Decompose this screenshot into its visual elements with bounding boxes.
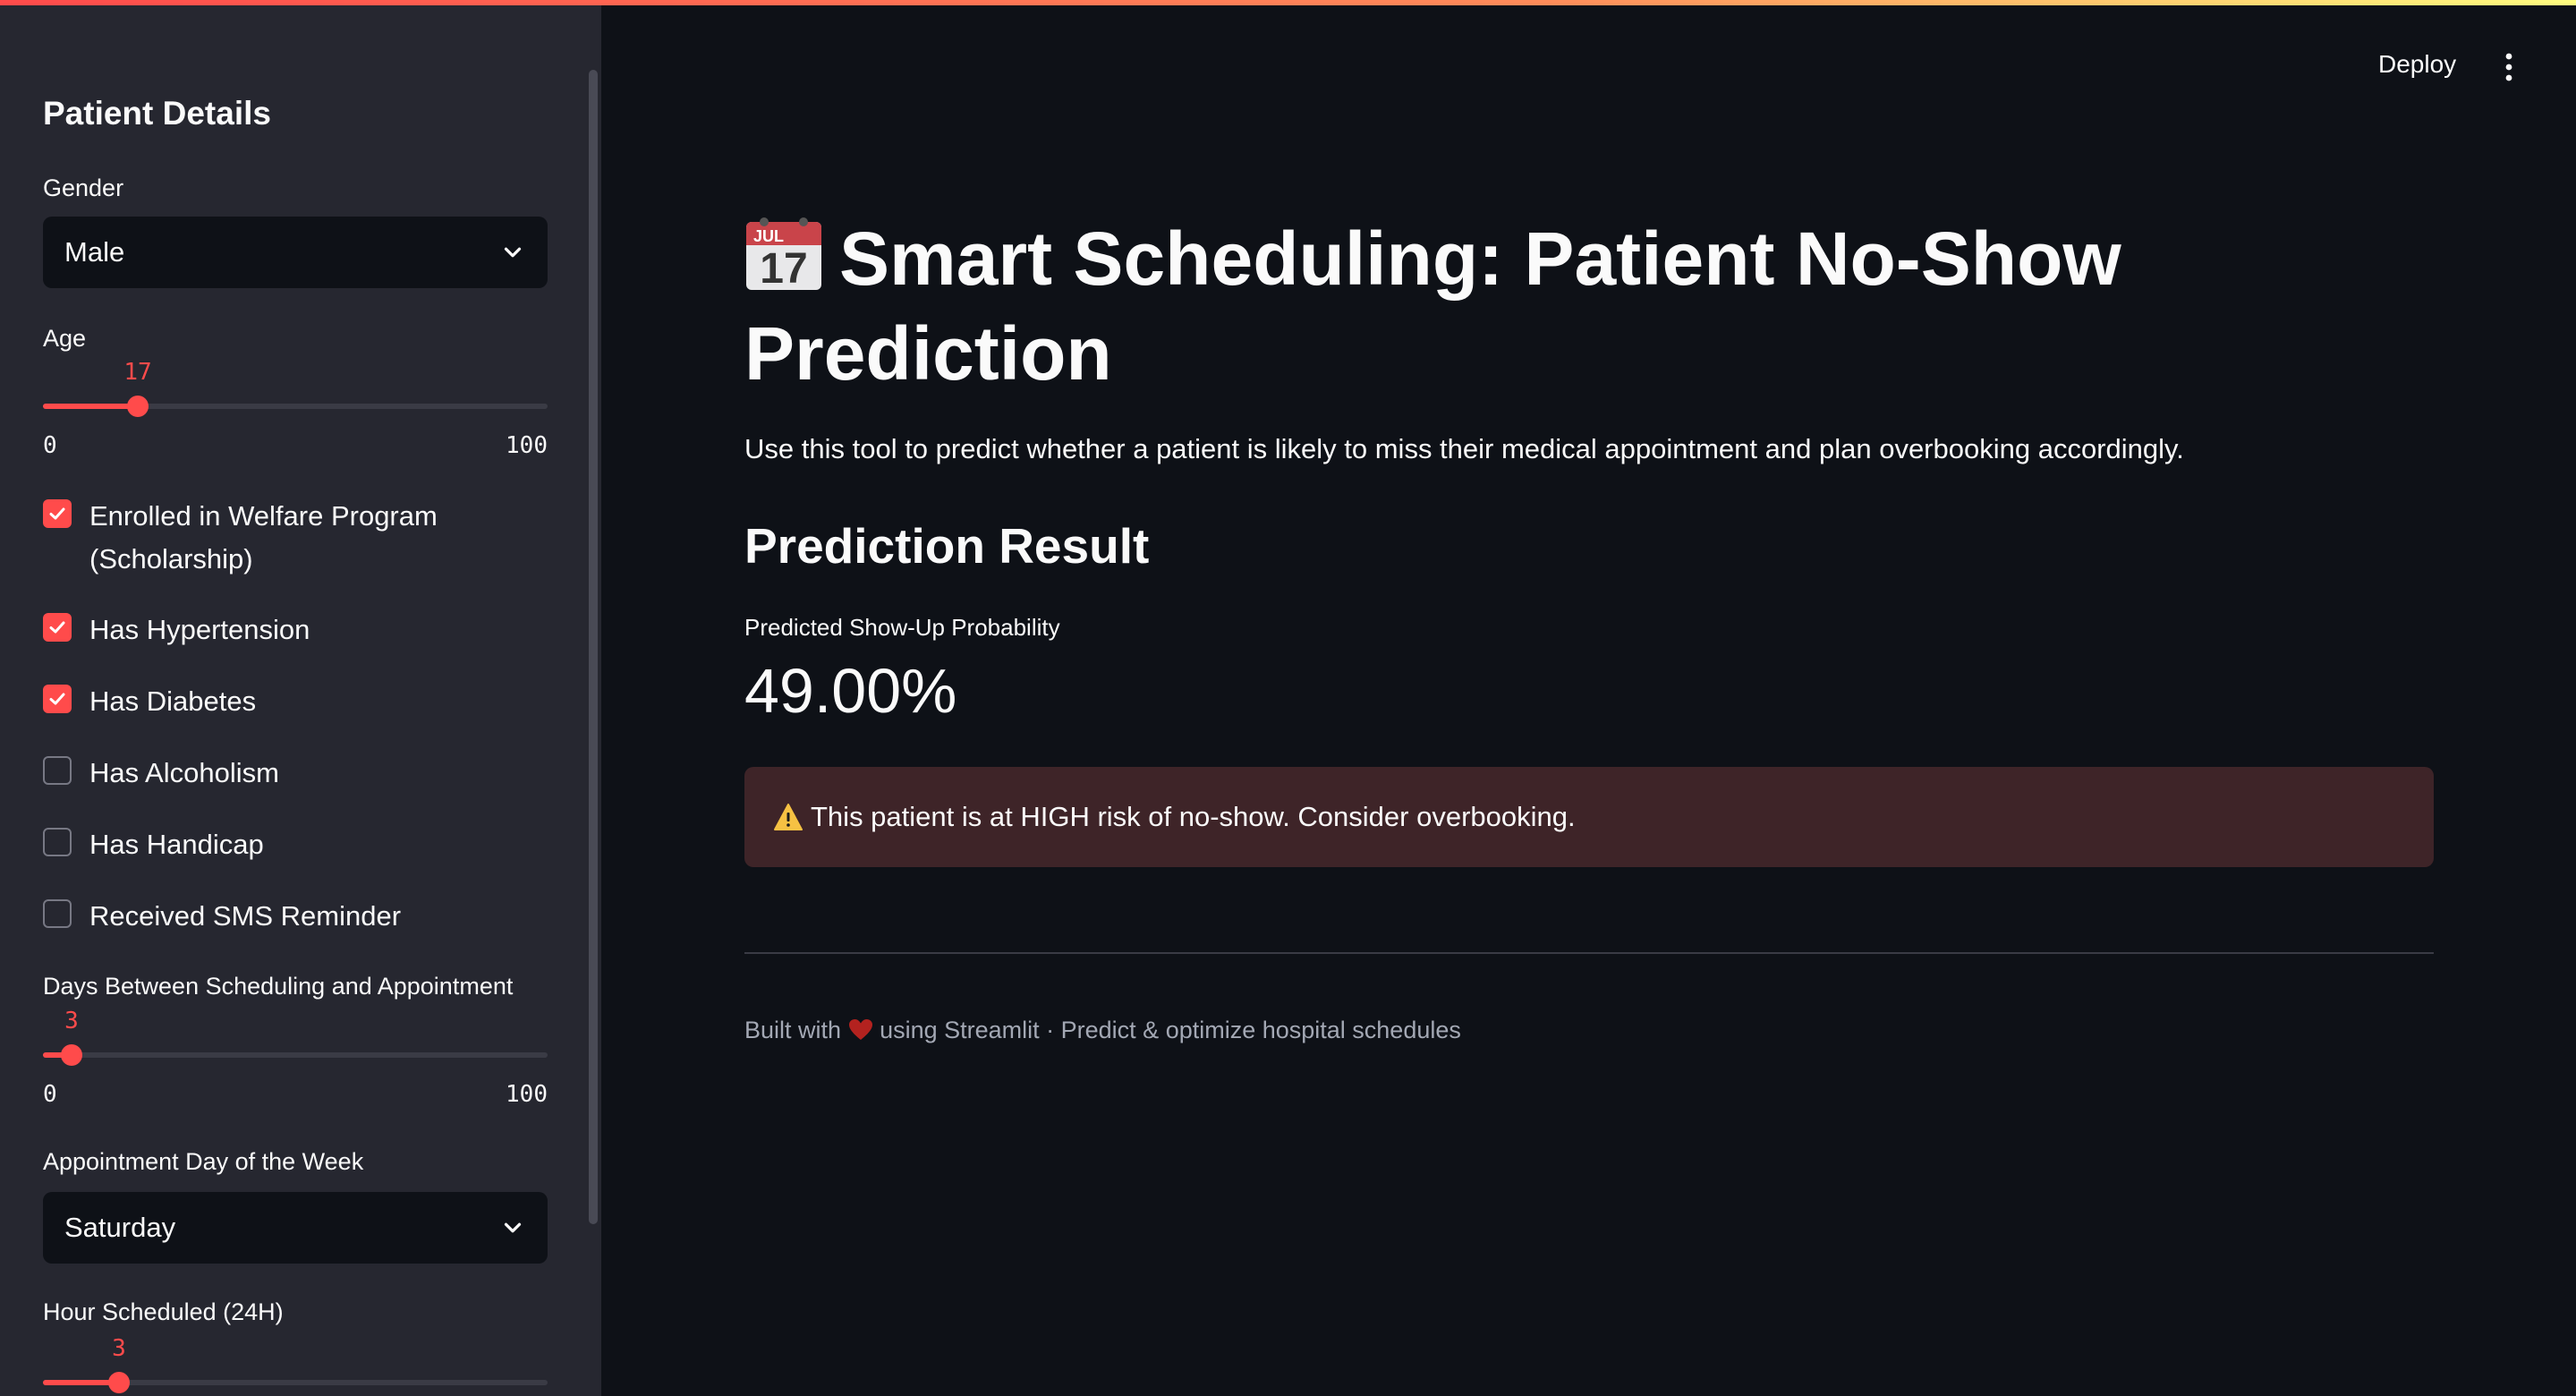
slider-thumb[interactable]: [108, 1372, 130, 1393]
sidebar-scrollbar[interactable]: [589, 70, 598, 1224]
page-title: JUL 17 Smart Scheduling: Patient No-Show…: [744, 211, 2176, 401]
metric-label: Predicted Show-Up Probability: [744, 614, 1060, 641]
checkbox-diabetes[interactable]: Has Diabetes: [43, 680, 548, 723]
page-title-line1: Smart Scheduling: Patient No-Show: [839, 217, 2121, 301]
warning-alert: This patient is at HIGH risk of no-show.…: [744, 767, 2434, 867]
checkmark-icon: [49, 693, 65, 705]
gender-label: Gender: [43, 174, 124, 201]
checkbox-label: Has Alcoholism: [89, 757, 279, 788]
deploy-button[interactable]: Deploy: [2378, 50, 2456, 79]
warning-alert-text: This patient is at HIGH risk of no-show.…: [811, 801, 1576, 832]
vertical-ellipsis-icon[interactable]: [2496, 52, 2521, 82]
chevron-down-icon: [504, 1222, 522, 1233]
checkbox-box[interactable]: [43, 613, 72, 642]
checkmark-icon: [49, 507, 65, 520]
checkbox-hypertension[interactable]: Has Hypertension: [43, 609, 548, 651]
metric-value: 49.00%: [744, 656, 957, 726]
age-slider-value: 17: [123, 359, 152, 386]
checkmark-icon: [49, 621, 65, 634]
warning-icon: [774, 804, 803, 830]
days-between-slider-value: 3: [64, 1008, 79, 1034]
checkbox-label: Has Diabetes: [89, 685, 257, 717]
gender-select[interactable]: Male: [43, 217, 548, 288]
slider-thumb[interactable]: [127, 396, 149, 417]
chevron-down-icon: [504, 247, 522, 258]
checkbox-label: Received SMS Reminder: [89, 900, 402, 932]
slider-thumb[interactable]: [61, 1044, 82, 1066]
slider-fill: [43, 404, 138, 409]
weekday-label: Appointment Day of the Week: [43, 1148, 364, 1175]
checkbox-box[interactable]: [43, 756, 72, 785]
age-slider[interactable]: 17: [43, 346, 548, 427]
top-decoration-bar: [0, 0, 2576, 5]
calendar-icon: JUL 17: [746, 217, 821, 292]
gender-select-value: Male: [64, 236, 125, 268]
divider: [744, 952, 2434, 954]
checkbox-box[interactable]: [43, 899, 72, 928]
checkbox-box[interactable]: [43, 685, 72, 713]
days-between-slider[interactable]: 3: [43, 995, 548, 1076]
checkbox-label: Enrolled in Welfare Program (Scholarship): [89, 500, 438, 575]
checkbox-sms-reminder[interactable]: Received SMS Reminder: [43, 895, 548, 938]
checkbox-label: Has Handicap: [89, 829, 264, 860]
svg-text:17: 17: [760, 245, 807, 292]
age-min-label: 0: [43, 432, 57, 459]
weekday-select[interactable]: Saturday: [43, 1192, 548, 1264]
page-title-line2: Prediction: [744, 311, 1112, 396]
svg-text:JUL: JUL: [753, 227, 784, 245]
days-between-min-label: 0: [43, 1081, 57, 1108]
checkbox-label: Has Hypertension: [89, 614, 310, 645]
checkbox-box[interactable]: [43, 499, 72, 528]
main-area: Deploy JUL 17 Smart Scheduling: Patient …: [601, 0, 2576, 1396]
page-description: Use this tool to predict whether a patie…: [744, 433, 2184, 464]
result-heading: Prediction Result: [744, 518, 1150, 574]
hour-slider-value: 3: [112, 1335, 126, 1362]
days-between-max-label: 100: [506, 1081, 548, 1108]
checkbox-alcoholism[interactable]: Has Alcoholism: [43, 752, 548, 795]
sidebar-heading: Patient Details: [43, 95, 271, 132]
checkbox-handicap[interactable]: Has Handicap: [43, 823, 548, 866]
app-root: Patient Details Gender Male Age 17 0 100…: [0, 0, 2576, 1396]
hour-slider[interactable]: 3: [43, 1323, 548, 1396]
sidebar: Patient Details Gender Male Age 17 0 100…: [0, 0, 601, 1396]
slider-track: [43, 1052, 548, 1058]
age-max-label: 100: [506, 432, 548, 459]
heart-icon: [848, 1019, 872, 1040]
checkbox-box[interactable]: [43, 828, 72, 856]
weekday-select-value: Saturday: [64, 1212, 176, 1243]
checkbox-welfare[interactable]: Enrolled in Welfare Program (Scholarship): [43, 495, 548, 581]
footer-text: Built with using Streamlit · Predict & o…: [744, 1017, 1461, 1043]
